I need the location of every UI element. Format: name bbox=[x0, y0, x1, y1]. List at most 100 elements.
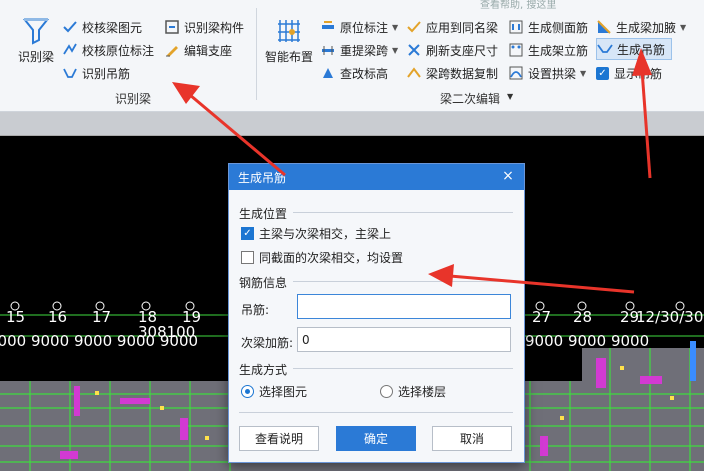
option-same-section-intersect[interactable]: 同截面的次梁相交，均设置 bbox=[241, 249, 403, 266]
refresh-support-size-button[interactable]: 刷新支座尺寸 bbox=[406, 39, 498, 61]
group-label-recognize-beam: 识别梁 bbox=[115, 92, 152, 106]
generate-hanger-dialog: 生成吊筋 × 生成位置 ✓ 主梁与次梁相交，主梁上 同截面的次梁相交，均设置 钢… bbox=[228, 163, 525, 463]
copy-span-data-label: 梁跨数据复制 bbox=[426, 66, 499, 81]
recognize-hanger-button[interactable]: 识别吊筋 bbox=[62, 62, 130, 84]
ribbon-top-hint: 查看帮助, 搜这里 bbox=[480, 0, 557, 11]
dialog-title: 生成吊筋 bbox=[238, 170, 287, 185]
chevron-down-icon[interactable]: ▼ bbox=[507, 92, 513, 111]
check-beam-elements-label: 校核梁图元 bbox=[82, 20, 143, 35]
section-title-method: 生成方式 bbox=[239, 363, 288, 377]
chevron-down-icon[interactable]: ▼ bbox=[680, 23, 686, 32]
refresh-support-size-label: 刷新支座尺寸 bbox=[426, 43, 499, 58]
dimension-text: 9000 bbox=[116, 332, 156, 350]
edit-support-icon bbox=[166, 46, 178, 57]
radio-select-element-label: 选择图元 bbox=[259, 385, 308, 399]
recognize-hanger-icon bbox=[63, 68, 77, 78]
redo-beam-span-button[interactable]: 重提梁跨 ▼ bbox=[320, 39, 398, 61]
axis-number: 16 bbox=[48, 308, 68, 326]
side-rebar-icon bbox=[509, 20, 523, 34]
section-divider bbox=[293, 368, 513, 369]
recognize-beam-component-label: 识别梁构件 bbox=[184, 20, 245, 35]
show-hanger-label: 显示吊筋 bbox=[614, 66, 663, 81]
axis-number: 17 bbox=[92, 308, 112, 326]
radio-select-floor-label: 选择楼层 bbox=[398, 385, 447, 399]
generate-haunch-button[interactable]: 生成梁加腋 ▼ bbox=[596, 16, 686, 38]
edit-support-button[interactable]: 编辑支座 bbox=[164, 39, 232, 61]
haunch-icon bbox=[597, 20, 611, 34]
generate-hanger-button[interactable]: 生成吊筋 bbox=[596, 38, 673, 60]
erection-rebar-icon bbox=[509, 43, 523, 57]
check-original-annotation-button[interactable]: 校核原位标注 bbox=[62, 39, 154, 61]
chevron-down-icon[interactable]: ▼ bbox=[392, 23, 398, 32]
smart-layout-label: 智能布置 bbox=[264, 50, 313, 64]
ok-button[interactable]: 确定 bbox=[336, 426, 416, 451]
apply-same-beam-button[interactable]: 应用到同名梁 bbox=[406, 16, 498, 38]
recognize-beam-icon bbox=[22, 18, 50, 45]
axis-number: 12/30/30 bbox=[636, 308, 704, 326]
copy-span-data-button[interactable]: 梁跨数据复制 bbox=[406, 62, 498, 84]
cancel-button[interactable]: 取消 bbox=[432, 426, 512, 451]
radio-unselected[interactable] bbox=[380, 385, 393, 398]
secondary-beam-rebar-input[interactable]: 0 bbox=[297, 327, 511, 352]
dimension-text: 9000 bbox=[525, 332, 564, 350]
axis-number: 27 bbox=[532, 308, 552, 326]
checkbox-unchecked[interactable] bbox=[241, 251, 254, 264]
apply-same-beam-label: 应用到同名梁 bbox=[426, 20, 499, 35]
axis-number: 15 bbox=[6, 308, 26, 326]
modify-elevation-button[interactable]: 查改标高 bbox=[320, 62, 388, 84]
check-beam-icon bbox=[63, 21, 77, 33]
radio-select-floor[interactable]: 选择楼层 bbox=[380, 383, 446, 400]
generate-erection-rebar-label: 生成架立筋 bbox=[528, 43, 589, 58]
dimension-text: 9000 bbox=[73, 332, 113, 350]
generate-erection-rebar-button[interactable]: 生成架立筋 bbox=[508, 39, 588, 61]
recognize-beam-component-button[interactable]: 识别梁构件 bbox=[164, 16, 244, 38]
recognize-hanger-label: 识别吊筋 bbox=[82, 66, 131, 81]
footer-divider bbox=[239, 412, 513, 413]
edit-support-label: 编辑支座 bbox=[184, 43, 233, 58]
checkbox-checked[interactable]: ✓ bbox=[241, 227, 254, 240]
refresh-icon bbox=[408, 44, 420, 56]
section-divider bbox=[293, 281, 513, 282]
dimension-row-right: 9000 9000 9000 bbox=[525, 332, 704, 350]
original-annotation-icon bbox=[322, 21, 334, 29]
close-icon[interactable]: × bbox=[501, 169, 515, 183]
section-divider bbox=[293, 212, 513, 213]
copy-span-icon bbox=[407, 67, 421, 78]
recognize-beam-button[interactable]: 识别梁 bbox=[12, 16, 60, 65]
option-main-secondary-label: 主梁与次梁相交，主梁上 bbox=[259, 227, 392, 241]
dimension-text: 9000 bbox=[0, 332, 27, 350]
dimension-text: 9000 bbox=[30, 332, 70, 350]
dialog-title-bar[interactable]: 生成吊筋 × bbox=[229, 164, 524, 190]
radio-select-element[interactable]: 选择图元 bbox=[241, 383, 307, 400]
check-original-annotation-label: 校核原位标注 bbox=[82, 43, 155, 58]
generate-side-rebar-button[interactable]: 生成侧面筋 bbox=[508, 16, 588, 38]
arch-beam-icon bbox=[509, 66, 523, 80]
chevron-down-icon[interactable]: ▼ bbox=[580, 69, 586, 78]
check-annotation-icon bbox=[63, 43, 77, 55]
modify-elevation-icon bbox=[323, 68, 333, 78]
redo-beam-span-label: 重提梁跨 bbox=[340, 43, 389, 58]
show-hanger-checkbox[interactable]: ✓ bbox=[596, 66, 609, 80]
check-beam-elements-button[interactable]: 校核梁图元 bbox=[62, 16, 142, 38]
hanger-input[interactable] bbox=[297, 294, 511, 319]
generate-hanger-label: 生成吊筋 bbox=[617, 42, 666, 57]
ribbon-bottom-band bbox=[0, 112, 704, 136]
modify-elevation-label: 查改标高 bbox=[340, 66, 389, 81]
set-arch-beam-button[interactable]: 设置拱梁 ▼ bbox=[508, 62, 586, 84]
section-title-rebar: 钢筋信息 bbox=[239, 276, 288, 290]
generate-hanger-icon bbox=[597, 44, 613, 53]
smart-layout-button[interactable]: 智能布置 bbox=[262, 16, 316, 65]
dimension-text: 9000 bbox=[159, 332, 199, 350]
axis-number: 28 bbox=[573, 308, 593, 326]
set-arch-beam-label: 设置拱梁 bbox=[528, 66, 577, 81]
hanger-label: 吊筋: bbox=[241, 303, 270, 317]
option-same-section-label: 同截面的次梁相交，均设置 bbox=[259, 251, 404, 265]
original-annotation-button[interactable]: 原位标注 ▼ bbox=[320, 16, 398, 38]
radio-selected[interactable] bbox=[241, 385, 254, 398]
chevron-down-icon[interactable]: ▼ bbox=[392, 46, 398, 55]
redo-span-icon bbox=[322, 46, 334, 55]
view-help-button[interactable]: 查看说明 bbox=[239, 426, 319, 451]
show-hanger-toggle[interactable]: ✓ 显示吊筋 bbox=[596, 62, 662, 84]
option-main-secondary-intersect[interactable]: ✓ 主梁与次梁相交，主梁上 bbox=[241, 225, 391, 242]
dialog-body: 生成位置 ✓ 主梁与次梁相交，主梁上 同截面的次梁相交，均设置 钢筋信息 吊筋:… bbox=[229, 190, 524, 462]
